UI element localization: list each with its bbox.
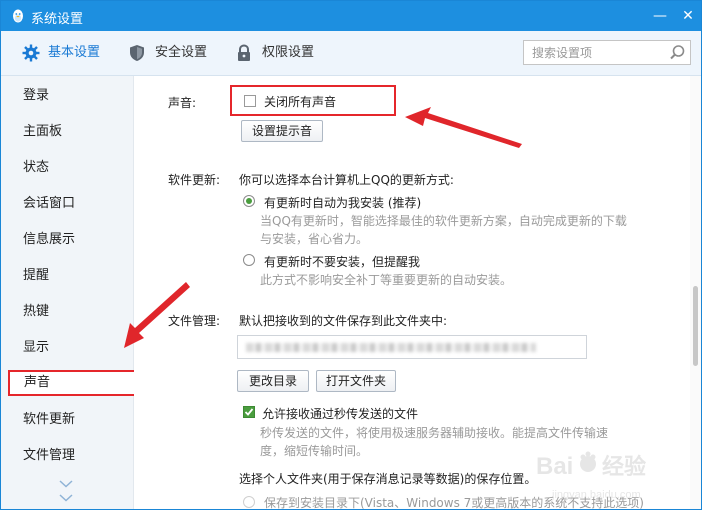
- svg-text:jingyan.baidu.com: jingyan.baidu.com: [551, 489, 641, 501]
- baidu-watermark-logo: Bai 经验 jingyan.baidu.com: [536, 451, 646, 501]
- red-arrow-icon: [405, 107, 522, 148]
- svg-text:Bai: Bai: [536, 453, 573, 480]
- svg-text:经验: 经验: [602, 454, 646, 480]
- annotation-overlay: [124, 107, 522, 348]
- red-arrow-icon: [124, 282, 190, 348]
